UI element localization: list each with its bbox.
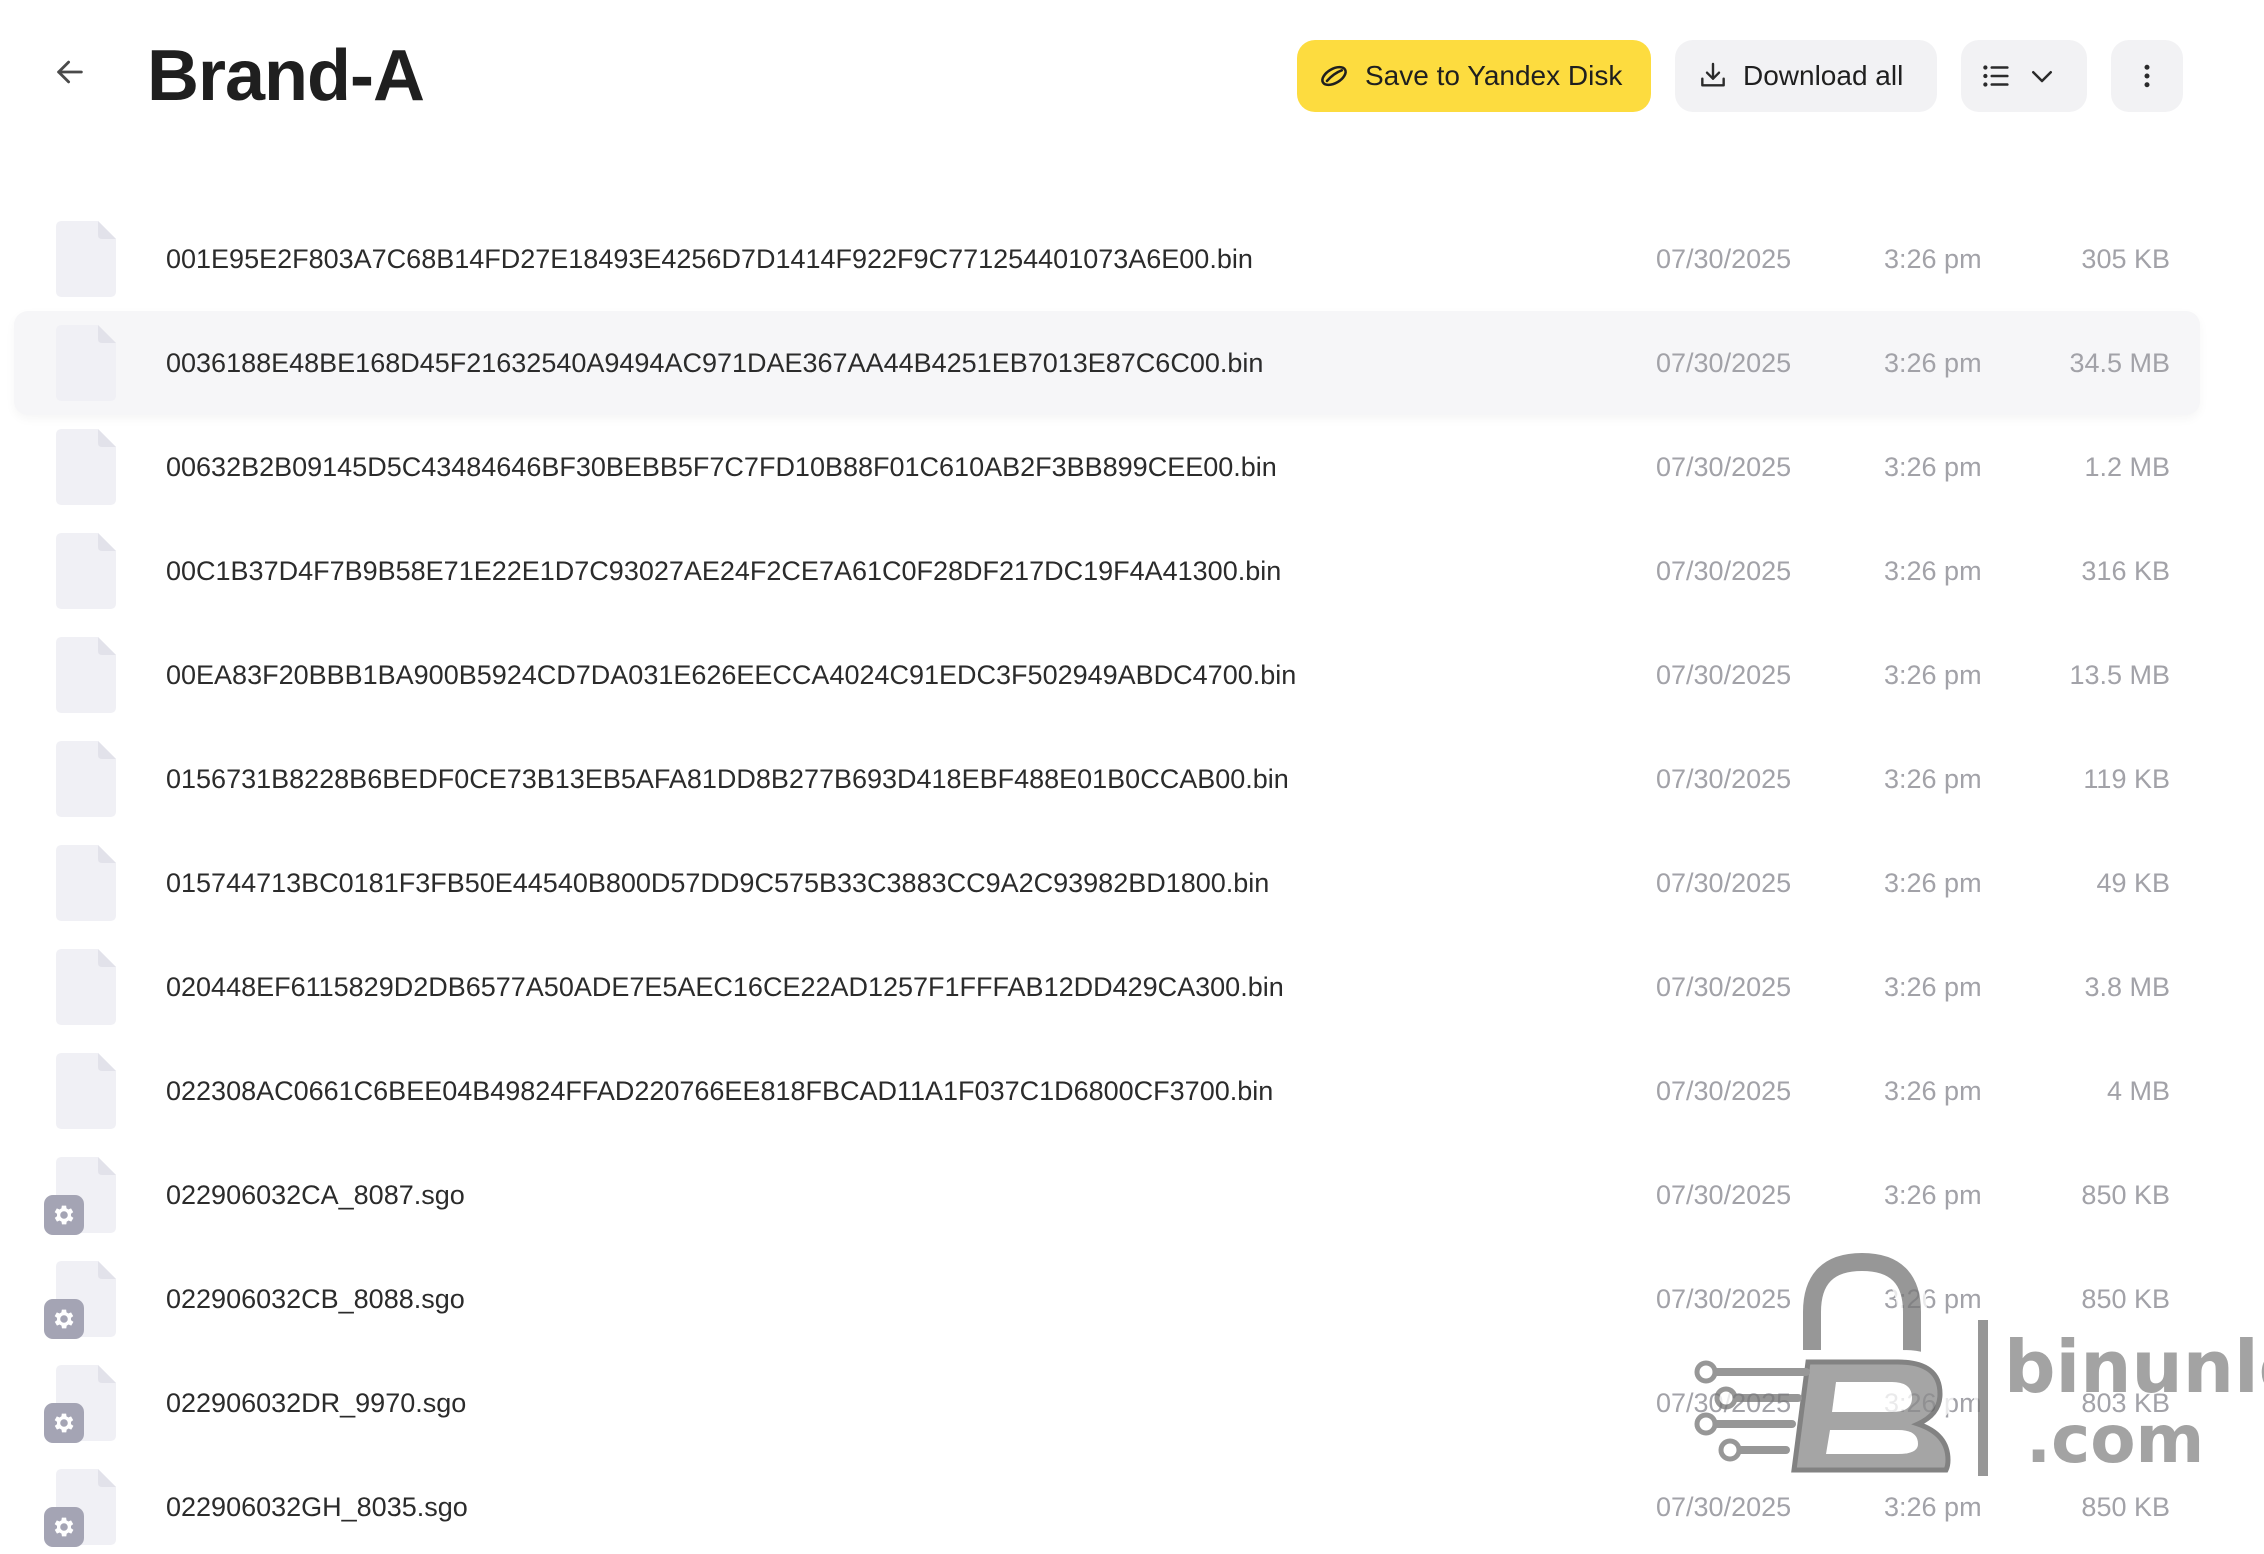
file-date: 07/30/2025 xyxy=(1656,868,1792,898)
file-time: 3:26 pm xyxy=(1884,1492,1982,1522)
file-document-icon xyxy=(56,325,116,401)
file-size: 34.5 MB xyxy=(2069,348,2170,378)
file-time: 3:26 pm xyxy=(1884,972,1982,1002)
file-date: 07/30/2025 xyxy=(1656,972,1792,1002)
save-to-disk-button[interactable]: Save to Yandex Disk xyxy=(1297,40,1651,112)
file-row[interactable]: 022906032CB_8088.sgo 07/30/2025 3:26 pm 850… xyxy=(14,1247,2200,1351)
file-name: 0036188E48BE168D45F21632540A9494AC971DAE… xyxy=(166,348,1264,378)
file-row[interactable]: 022906032CA_8087.sgo 07/30/2025 3:26 pm 850… xyxy=(14,1143,2200,1247)
toolbar: Save to Yandex Disk Download all xyxy=(1297,40,2183,112)
file-name: 015744713BC0181F3FB50E44540B800D57DD9C57… xyxy=(166,868,1270,898)
file-time: 3:26 pm xyxy=(1884,868,1982,898)
file-time: 3:26 pm xyxy=(1884,764,1982,794)
file-time: 3:26 pm xyxy=(1884,348,1982,378)
download-button-label: Download all xyxy=(1743,60,1904,91)
file-name: 022906032GH_8035.sgo xyxy=(166,1492,468,1522)
file-name: 00632B2B09145D5C43484646BF30BEBB5F7C7FD1… xyxy=(166,452,1277,482)
list-view-icon xyxy=(1979,59,2013,93)
settings-gear-icon xyxy=(44,1195,84,1235)
back-button[interactable] xyxy=(42,44,98,100)
file-size: 3.8 MB xyxy=(2084,972,2170,1002)
file-date: 07/30/2025 xyxy=(1656,1180,1792,1210)
file-time: 3:26 pm xyxy=(1884,1076,1982,1106)
file-time: 3:26 pm xyxy=(1884,452,1982,482)
arrow-left-icon xyxy=(57,60,83,84)
file-time: 3:26 pm xyxy=(1884,556,1982,586)
file-size: 119 KB xyxy=(2083,764,2170,794)
file-row[interactable]: 0036188E48BE168D45F21632540A9494AC971DAE… xyxy=(14,311,2200,415)
file-name: 0156731B8228B6BEDF0CE73B13EB5AFA81DD8B27… xyxy=(166,764,1289,794)
settings-gear-icon xyxy=(44,1403,84,1443)
file-size: 850 KB xyxy=(2081,1284,2170,1314)
save-button-label: Save to Yandex Disk xyxy=(1365,60,1623,91)
file-size: 4 MB xyxy=(2106,1076,2170,1106)
file-name: 00C1B37D4F7B9B58E71E22E1D7C93027AE24F2CE… xyxy=(166,556,1282,586)
file-size: 850 KB xyxy=(2081,1180,2170,1210)
vertical-dots-icon xyxy=(2132,61,2162,91)
file-size: 49 KB xyxy=(2096,868,2170,898)
chevron-down-icon xyxy=(2027,61,2057,91)
file-document-icon xyxy=(56,637,116,713)
file-time: 3:26 pm xyxy=(1884,244,1982,274)
file-name: 00EA83F20BBB1BA900B5924CD7DA031E626EECCA… xyxy=(166,660,1297,690)
file-document-icon xyxy=(56,429,116,505)
file-name: 022906032DR_9970.sgo xyxy=(166,1388,467,1418)
more-options-button[interactable] xyxy=(2111,40,2183,112)
file-date: 07/30/2025 xyxy=(1656,1076,1792,1106)
file-name: 022308AC0661C6BEE04B49824FFAD220766EE818… xyxy=(166,1076,1274,1106)
page-title: Brand-A xyxy=(147,36,425,116)
disk-icon xyxy=(1317,59,1351,93)
file-name: 020448EF6115829D2DB6577A50ADE7E5AEC16CE2… xyxy=(166,972,1284,1002)
file-size: 13.5 MB xyxy=(2069,660,2170,690)
file-row[interactable]: 022906032GH_8035.sgo 07/30/2025 3:26 pm 850… xyxy=(14,1455,2200,1554)
file-row[interactable]: 00632B2B09145D5C43484646BF30BEBB5F7C7FD1… xyxy=(14,415,2200,519)
file-name: 022906032CB_8088.sgo xyxy=(166,1284,465,1314)
file-date: 07/30/2025 xyxy=(1656,1388,1792,1418)
file-time: 3:26 pm xyxy=(1884,1388,1982,1418)
download-icon xyxy=(1697,60,1729,92)
file-size: 850 KB xyxy=(2081,1492,2170,1522)
file-row[interactable]: 0156731B8228B6BEDF0CE73B13EB5AFA81DD8B27… xyxy=(14,727,2200,831)
file-date: 07/30/2025 xyxy=(1656,1284,1792,1314)
file-row[interactable]: 001E95E2F803A7C68B14FD27E18493E4256D7D14… xyxy=(14,207,2200,311)
file-date: 07/30/2025 xyxy=(1656,556,1792,586)
file-document-icon xyxy=(56,1053,116,1129)
file-date: 07/30/2025 xyxy=(1656,244,1792,274)
file-document-icon xyxy=(56,949,116,1025)
file-time: 3:26 pm xyxy=(1884,1284,1982,1314)
file-list: 001E95E2F803A7C68B14FD27E18493E4256D7D14… xyxy=(14,207,2200,1554)
settings-gear-icon xyxy=(44,1507,84,1547)
file-size: 1.2 MB xyxy=(2084,452,2170,482)
file-date: 07/30/2025 xyxy=(1656,1492,1792,1522)
file-date: 07/30/2025 xyxy=(1656,660,1792,690)
file-document-icon xyxy=(56,845,116,921)
file-size: 316 KB xyxy=(2081,556,2170,586)
file-row[interactable]: 020448EF6115829D2DB6577A50ADE7E5AEC16CE2… xyxy=(14,935,2200,1039)
file-name: 022906032CA_8087.sgo xyxy=(166,1180,465,1210)
settings-gear-icon xyxy=(44,1299,84,1339)
download-all-button[interactable]: Download all xyxy=(1675,40,1937,112)
file-size: 803 KB xyxy=(2081,1388,2170,1418)
file-row[interactable]: 015744713BC0181F3FB50E44540B800D57DD9C57… xyxy=(14,831,2200,935)
file-size: 305 KB xyxy=(2081,244,2170,274)
file-document-icon xyxy=(56,221,116,297)
public-folder-page: Brand-A Save to Yandex Disk Download all xyxy=(0,0,2264,1554)
file-date: 07/30/2025 xyxy=(1656,452,1792,482)
view-mode-button[interactable] xyxy=(1961,40,2087,112)
file-row[interactable]: 00EA83F20BBB1BA900B5924CD7DA031E626EECCA… xyxy=(14,623,2200,727)
file-name: 001E95E2F803A7C68B14FD27E18493E4256D7D14… xyxy=(166,244,1253,274)
file-document-icon xyxy=(56,533,116,609)
file-date: 07/30/2025 xyxy=(1656,764,1792,794)
file-time: 3:26 pm xyxy=(1884,660,1982,690)
file-document-icon xyxy=(56,741,116,817)
file-date: 07/30/2025 xyxy=(1656,348,1792,378)
file-row[interactable]: 022906032DR_9970.sgo 07/30/2025 3:26 pm 803… xyxy=(14,1351,2200,1455)
file-row[interactable]: 00C1B37D4F7B9B58E71E22E1D7C93027AE24F2CE… xyxy=(14,519,2200,623)
file-time: 3:26 pm xyxy=(1884,1180,1982,1210)
file-row[interactable]: 022308AC0661C6BEE04B49824FFAD220766EE818… xyxy=(14,1039,2200,1143)
